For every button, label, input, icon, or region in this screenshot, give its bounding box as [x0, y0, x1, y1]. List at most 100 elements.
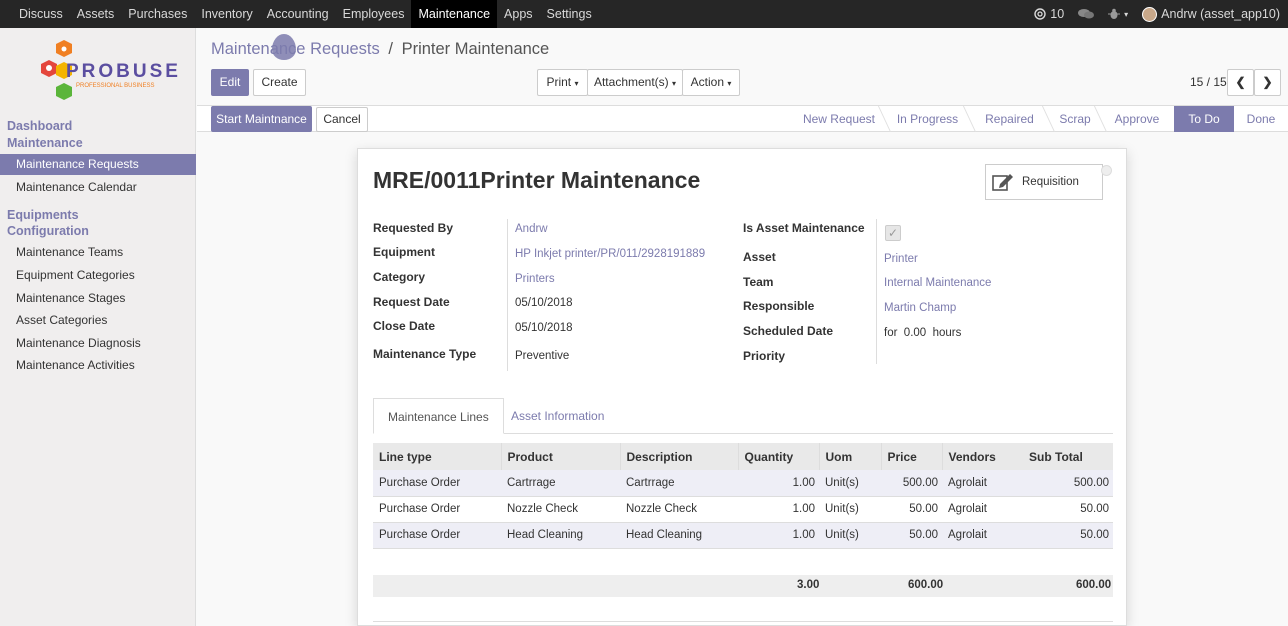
- label-team: Team: [743, 275, 774, 289]
- cell-line-type: Purchase Order: [373, 496, 501, 523]
- menu-maintenance[interactable]: Maintenance: [411, 0, 498, 28]
- create-button[interactable]: Create: [253, 69, 306, 96]
- menu-employees[interactable]: Employees: [336, 0, 412, 28]
- main-content: Maintenance Requests / Printer Maintenan…: [197, 28, 1288, 626]
- menu-accounting[interactable]: Accounting: [260, 0, 336, 28]
- caret-down-icon: ▾: [1124, 9, 1129, 19]
- loading-drop-icon: [272, 34, 296, 60]
- menu-apps[interactable]: Apps: [497, 0, 540, 28]
- user-menu[interactable]: Andrw (asset_app10): [1142, 6, 1280, 22]
- menu-assets[interactable]: Assets: [70, 0, 122, 28]
- value-asset[interactable]: Printer: [884, 253, 918, 265]
- sidebar-item-maintenance-diagnosis[interactable]: Maintenance Diagnosis: [0, 333, 196, 354]
- sidebar-section-equipments[interactable]: Equipments: [7, 207, 79, 223]
- bug-icon: [1108, 8, 1121, 19]
- print-dropdown[interactable]: Print ▾: [537, 69, 588, 96]
- sidebar: PROBUSE PROFESSIONAL BUSINESS Dashboard …: [0, 28, 196, 626]
- pager-value: 15 / 15: [1190, 75, 1227, 89]
- menu-inventory[interactable]: Inventory: [194, 0, 259, 28]
- sidebar-item-equipment-categories[interactable]: Equipment Categories: [0, 265, 196, 286]
- cell-description: Nozzle Check: [620, 496, 738, 523]
- value-requested-by[interactable]: Andrw: [515, 223, 548, 235]
- cell-quantity: 1.00: [738, 522, 819, 549]
- notebook-tabs: Maintenance Lines Asset Information: [373, 398, 1113, 434]
- systray: 10 ▾ Andrw (asset_app10): [1034, 0, 1280, 28]
- sidebar-item-maintenance-activities[interactable]: Maintenance Activities: [0, 355, 196, 376]
- table-row[interactable]: Purchase Order Nozzle Check Nozzle Check…: [373, 496, 1113, 523]
- column-header-description[interactable]: Description: [620, 443, 739, 470]
- attachments-label: Attachment(s): [593, 75, 669, 89]
- breadcrumb-separator: /: [388, 40, 393, 58]
- edit-icon: [992, 174, 1013, 191]
- sidebar-item-maintenance-calendar[interactable]: Maintenance Calendar: [0, 177, 196, 198]
- sidebar-section-configuration[interactable]: Configuration: [7, 223, 89, 239]
- pager-previous-button[interactable]: ❮: [1227, 69, 1254, 96]
- column-header-product[interactable]: Product: [501, 443, 621, 470]
- cell-subtotal: 50.00: [1023, 522, 1113, 549]
- value-request-date: 05/10/2018: [515, 297, 573, 309]
- menu-settings[interactable]: Settings: [540, 0, 599, 28]
- cell-subtotal: 500.00: [1023, 470, 1113, 497]
- start-maintenance-button[interactable]: Start Maintnance: [211, 106, 312, 132]
- pager-next-button[interactable]: ❯: [1254, 69, 1281, 96]
- stage-scrap[interactable]: Scrap: [1050, 106, 1100, 132]
- column-header-vendors[interactable]: Vendors: [942, 443, 1023, 470]
- chevron-left-icon: ❮: [1235, 75, 1246, 89]
- status-dot: [1101, 165, 1112, 176]
- table-row[interactable]: Purchase Order Cartrrage Cartrrage 1.00 …: [373, 470, 1113, 497]
- sidebar-item-maintenance-teams[interactable]: Maintenance Teams: [0, 242, 196, 263]
- sidebar-section-maintenance[interactable]: Maintenance: [7, 135, 83, 151]
- stage-done[interactable]: Done: [1236, 106, 1286, 132]
- tab-asset-information[interactable]: Asset Information: [497, 398, 618, 434]
- is-asset-checkbox[interactable]: ✓: [885, 225, 901, 241]
- record-title: MRE/0011Printer Maintenance: [373, 167, 701, 193]
- debug-menu-button[interactable]: ▾: [1108, 8, 1128, 20]
- stage-approve[interactable]: Approve: [1102, 106, 1172, 132]
- value-close-date: 05/10/2018: [515, 322, 573, 334]
- action-dropdown[interactable]: Action ▾: [682, 69, 740, 96]
- stage-in-progress[interactable]: In Progress: [886, 106, 969, 132]
- column-header-subtotal[interactable]: Sub Total: [1023, 443, 1113, 470]
- cell-price: 50.00: [881, 496, 942, 523]
- cell-uom: Unit(s): [819, 496, 881, 523]
- sidebar-item-maintenance-stages[interactable]: Maintenance Stages: [0, 288, 196, 309]
- chat-bubbles-icon: [1078, 9, 1095, 19]
- activity-counter[interactable]: 10: [1034, 7, 1064, 21]
- top-navbar: Discuss Assets Purchases Inventory Accou…: [0, 0, 1288, 28]
- column-header-price[interactable]: Price: [881, 443, 943, 470]
- sidebar-item-maintenance-requests[interactable]: Maintenance Requests: [0, 154, 196, 175]
- total-subtotal: 600.00: [1076, 579, 1112, 591]
- messages-button[interactable]: [1078, 8, 1095, 20]
- field-divider: [507, 219, 508, 371]
- avatar: [1142, 6, 1158, 22]
- sidebar-item-asset-categories[interactable]: Asset Categories: [0, 310, 196, 331]
- sidebar-section-dashboard[interactable]: Dashboard: [7, 118, 72, 134]
- column-header-line-type[interactable]: Line type: [373, 443, 502, 470]
- value-team[interactable]: Internal Maintenance: [884, 277, 991, 289]
- tab-maintenance-lines[interactable]: Maintenance Lines: [373, 398, 504, 434]
- label-close-date: Close Date: [373, 319, 436, 333]
- breadcrumb-current: Printer Maintenance: [401, 40, 550, 58]
- value-responsible[interactable]: Martin Champ: [884, 302, 956, 314]
- menu-purchases[interactable]: Purchases: [121, 0, 194, 28]
- attachments-dropdown[interactable]: Attachment(s) ▾: [587, 69, 683, 96]
- table-row[interactable]: Purchase Order Head Cleaning Head Cleani…: [373, 522, 1113, 549]
- value-equipment[interactable]: HP Inkjet printer/PR/011/2928191889: [515, 248, 705, 260]
- stage-to-do[interactable]: To Do: [1174, 106, 1234, 132]
- stage-repaired[interactable]: Repaired: [971, 106, 1048, 132]
- cancel-button[interactable]: Cancel: [316, 107, 368, 132]
- value-category[interactable]: Printers: [515, 273, 555, 285]
- stage-new-request[interactable]: New Request: [794, 106, 884, 132]
- column-header-uom[interactable]: Uom: [819, 443, 882, 470]
- cell-vendor: Agrolait: [942, 470, 1023, 497]
- column-header-quantity[interactable]: Quantity: [738, 443, 820, 470]
- menu-discuss[interactable]: Discuss: [12, 0, 70, 28]
- breadcrumb: Maintenance Requests / Printer Maintenan…: [211, 40, 549, 59]
- edit-button[interactable]: Edit: [211, 69, 249, 96]
- cell-product: Cartrrage: [501, 470, 620, 497]
- divider: [373, 621, 1113, 622]
- label-category: Category: [373, 270, 426, 284]
- logo-brand: PROBUSE: [66, 61, 181, 82]
- requisition-button[interactable]: Requisition: [985, 164, 1103, 200]
- caret-down-icon: ▾: [727, 79, 732, 88]
